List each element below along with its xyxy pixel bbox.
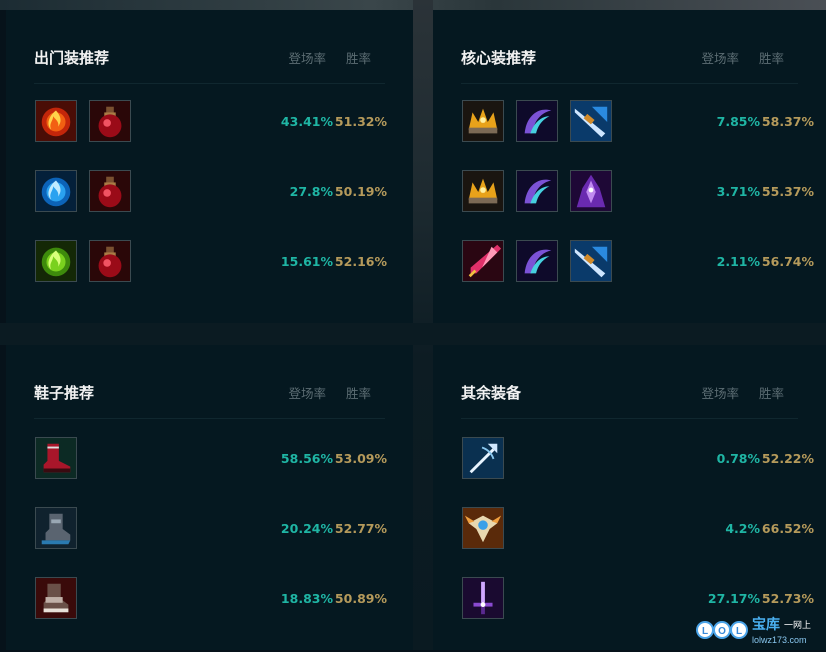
win-rate: 52.16% (334, 254, 387, 269)
winged-crest-icon[interactable] (462, 507, 504, 549)
win-rate: 53.09% (334, 451, 387, 466)
build-row[interactable]: 7.85% 58.37% (462, 100, 818, 144)
pick-rate: 18.83% (280, 591, 333, 606)
silver-trident-icon[interactable] (462, 437, 504, 479)
column-pick-rate-label: 登场率 (701, 51, 739, 66)
win-rate: 52.73% (761, 591, 814, 606)
build-row[interactable]: 3.71% 55.37% (462, 170, 818, 214)
purple-demon-icon[interactable] (570, 170, 612, 212)
fire-orb-icon[interactable] (35, 100, 77, 142)
column-pick-rate-label: 登场率 (288, 386, 326, 401)
panel-title: 出门装推荐 (34, 49, 110, 67)
pick-rate: 2.11% (716, 254, 760, 269)
column-win-rate-label: 胜率 (758, 51, 784, 66)
pick-rate: 7.85% (716, 114, 760, 129)
column-win-rate-label: 胜率 (758, 386, 784, 401)
panel-title: 核心装推荐 (461, 49, 537, 67)
column-pick-rate-label: 登场率 (288, 51, 326, 66)
pick-rate: 20.24% (280, 521, 333, 536)
pick-rate: 58.56% (280, 451, 333, 466)
site-watermark-logo: LOL 宝库 一网上 lolwz173.com (696, 612, 824, 648)
steel-boots-icon[interactable] (35, 507, 77, 549)
win-rate: 50.19% (334, 184, 387, 199)
column-win-rate-label: 胜率 (345, 51, 371, 66)
divider (461, 418, 798, 419)
void-scythe-icon[interactable] (516, 240, 558, 282)
svg-text:L: L (736, 626, 742, 637)
svg-text:lolwz173.com: lolwz173.com (752, 635, 807, 645)
void-scythe-icon[interactable] (516, 100, 558, 142)
health-potion-icon[interactable] (89, 100, 131, 142)
win-rate: 51.32% (334, 114, 387, 129)
pick-rate: 43.41% (280, 114, 333, 129)
divider (34, 83, 385, 84)
win-rate: 50.89% (334, 591, 387, 606)
divider (34, 418, 385, 419)
svg-text:一网上: 一网上 (784, 620, 811, 630)
build-row[interactable]: 0.78% 52.22% (462, 437, 818, 481)
health-potion-icon[interactable] (89, 170, 131, 212)
pick-rate: 4.2% (725, 521, 760, 536)
win-rate: 52.77% (334, 521, 387, 536)
pick-rate: 27.8% (289, 184, 333, 199)
win-rate: 55.37% (761, 184, 814, 199)
blue-blade-icon[interactable] (570, 240, 612, 282)
pick-rate: 27.17% (707, 591, 760, 606)
win-rate: 58.37% (761, 114, 814, 129)
golden-crown-icon[interactable] (462, 170, 504, 212)
divider (461, 83, 798, 84)
void-scythe-icon[interactable] (516, 170, 558, 212)
violet-sword-icon[interactable] (462, 577, 504, 619)
build-row[interactable]: 58.56% 53.09% (35, 437, 391, 481)
svg-text:宝库: 宝库 (752, 616, 780, 632)
pick-rate: 3.71% (716, 184, 760, 199)
panel-core-items: 核心装推荐 登场率 胜率 7.85% 58.37% 3.71% 55.37% 2… (433, 10, 826, 323)
column-win-rate-label: 胜率 (345, 386, 371, 401)
build-row[interactable]: 27.8% 50.19% (35, 170, 391, 214)
column-pick-rate-label: 登场率 (701, 386, 739, 401)
panel-title: 其余装备 (461, 384, 522, 402)
panel-boots: 鞋子推荐 登场率 胜率 58.56% 53.09% 20.24% 52.77% … (6, 345, 413, 650)
win-rate: 52.22% (761, 451, 814, 466)
svg-text:O: O (718, 626, 726, 637)
ice-orb-icon[interactable] (35, 170, 77, 212)
win-rate: 66.52% (761, 521, 814, 536)
panel-starter-items: 出门装推荐 登场率 胜率 43.41% 51.32% 27.8% 50.19% … (6, 10, 413, 323)
panel-title: 鞋子推荐 (34, 384, 95, 402)
panel-other-items: 其余装备 登场率 胜率 0.78% 52.22% 4.2% 66.52% 27.… (433, 345, 826, 650)
build-row[interactable]: 15.61% 52.16% (35, 240, 391, 284)
golden-crown-icon[interactable] (462, 100, 504, 142)
build-row[interactable]: 20.24% 52.77% (35, 507, 391, 551)
build-row[interactable]: 4.2% 66.52% (462, 507, 818, 551)
background-separator (0, 323, 826, 345)
svg-text:L: L (702, 626, 708, 637)
win-rate: 56.74% (761, 254, 814, 269)
build-row[interactable]: 43.41% 51.32% (35, 100, 391, 144)
crimson-blade-icon[interactable] (462, 240, 504, 282)
nature-orb-icon[interactable] (35, 240, 77, 282)
pick-rate: 0.78% (716, 451, 760, 466)
build-row[interactable]: 18.83% 50.89% (35, 577, 391, 621)
pick-rate: 15.61% (280, 254, 333, 269)
red-boots-icon[interactable] (35, 437, 77, 479)
build-row[interactable]: 2.11% 56.74% (462, 240, 818, 284)
health-potion-icon[interactable] (89, 240, 131, 282)
armored-boots-icon[interactable] (35, 577, 77, 619)
blue-blade-icon[interactable] (570, 100, 612, 142)
